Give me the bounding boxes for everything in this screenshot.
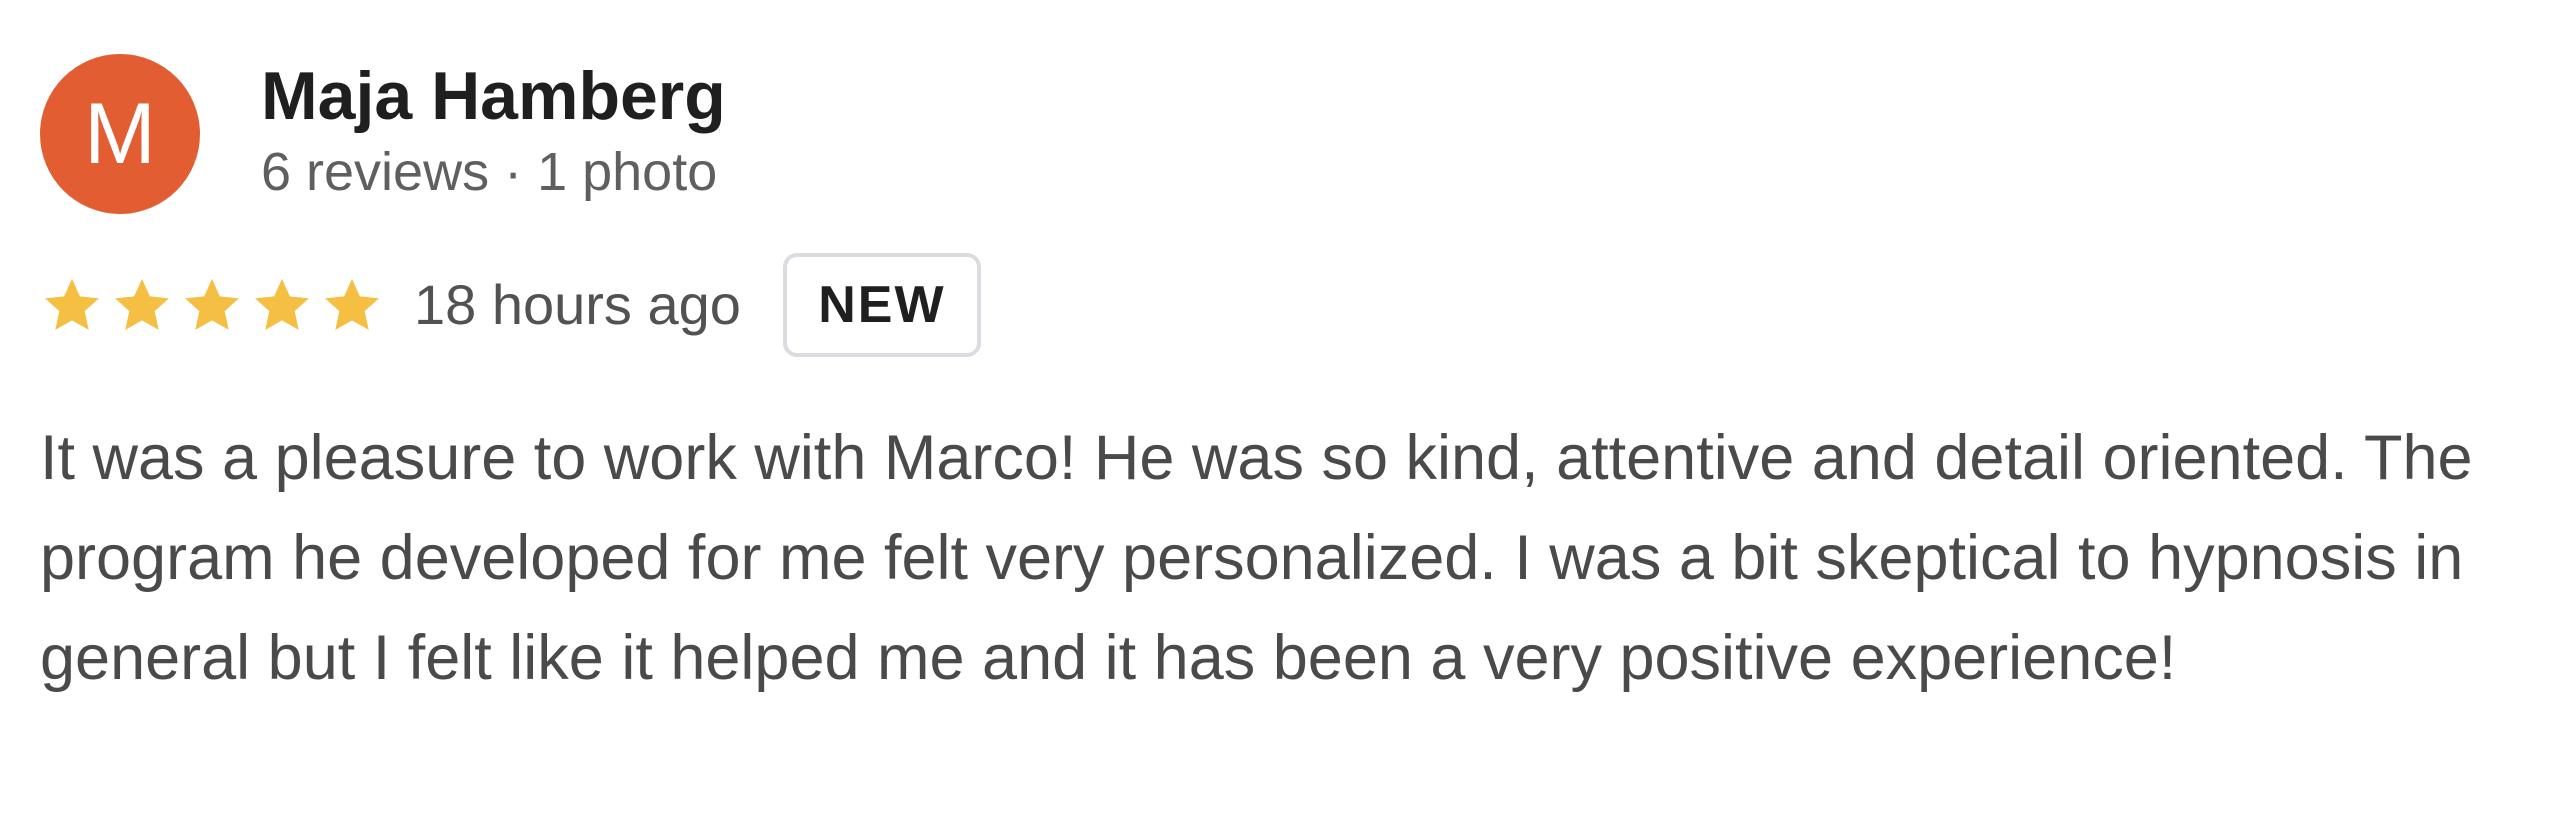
star-icon	[325, 278, 379, 330]
reviewer-meta: 6 reviews · 1 photo	[261, 142, 718, 202]
star-icon	[255, 278, 309, 330]
rating-row: 18 hours ago NEW	[40, 253, 981, 357]
star-icon	[185, 278, 239, 330]
star-icon	[45, 278, 99, 330]
star-icon	[115, 278, 169, 330]
review-card: M Maja Hamberg 6 reviews · 1 photo 18 ho…	[0, 0, 2560, 838]
star-rating	[40, 273, 384, 337]
reviewer-name[interactable]: Maja Hamberg	[261, 56, 726, 136]
review-time: 18 hours ago	[414, 273, 741, 336]
new-badge: NEW	[782, 253, 981, 357]
avatar[interactable]: M	[40, 54, 200, 214]
review-text: It was a pleasure to work with Marco! He…	[40, 423, 2473, 693]
